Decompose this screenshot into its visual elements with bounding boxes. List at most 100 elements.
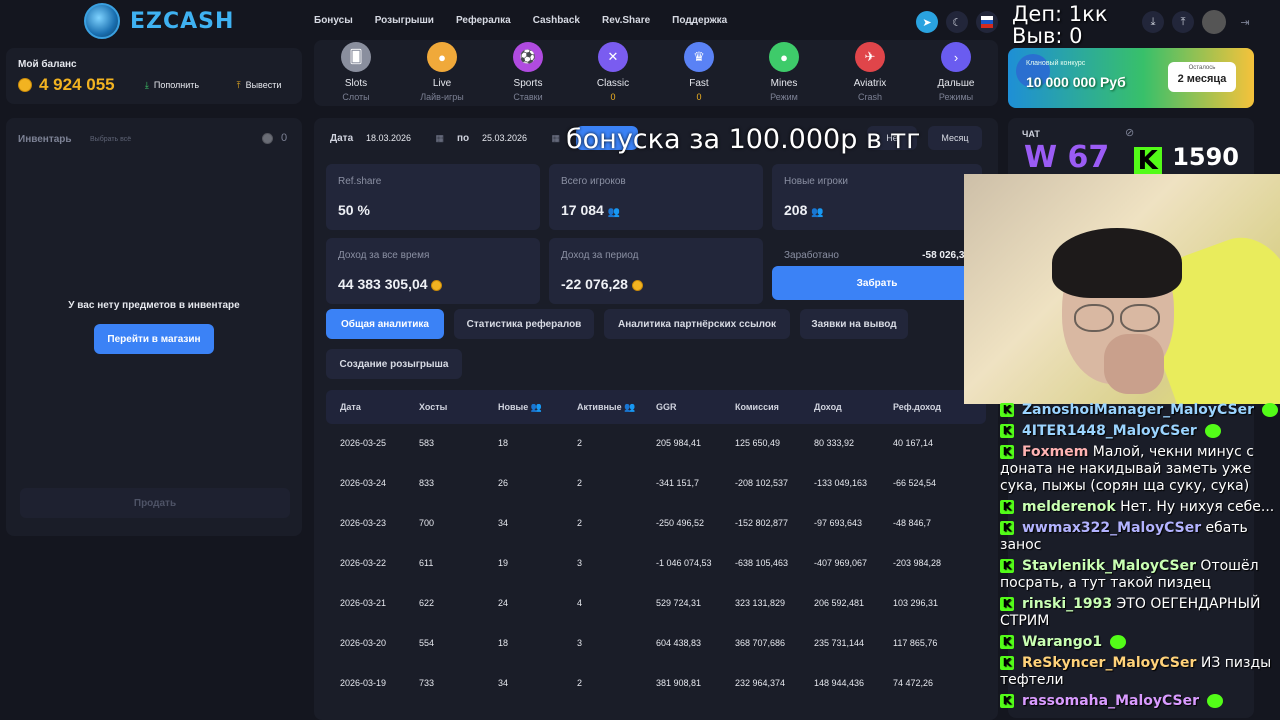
inventory-empty-text: У вас нету предметов в инвентаре bbox=[68, 300, 240, 311]
table-cell: 24 bbox=[498, 598, 509, 608]
col-date: Дата bbox=[340, 402, 361, 412]
game-live[interactable]: ● Live Лайв-игры bbox=[407, 42, 477, 102]
select-all-link[interactable]: Выбрать всё bbox=[90, 136, 131, 143]
date-from-value: 18.03.2026 bbox=[366, 133, 412, 143]
nav-referral[interactable]: Рефералка bbox=[456, 15, 511, 26]
chat-username[interactable]: ZanoshoiManager_MaloyCSer bbox=[1022, 402, 1254, 418]
table-cell: 2026-03-23 bbox=[340, 518, 387, 528]
go-to-shop-button[interactable]: Перейти в магазин bbox=[94, 324, 214, 354]
telegram-icon[interactable]: ➤ bbox=[916, 11, 938, 33]
chat-username[interactable]: rassomaha_MaloyCSer bbox=[1022, 693, 1199, 709]
users-icon: 👥 bbox=[530, 402, 542, 412]
stat-value: 17 084 bbox=[561, 202, 604, 218]
time-left-badge: Осталось 2 месяца bbox=[1168, 62, 1236, 92]
kick-badge-icon: K bbox=[1000, 656, 1014, 670]
chat-message: K Stavlenikk_MaloyCSer Отошёл посрать, а … bbox=[1000, 558, 1280, 592]
table-cell: 34 bbox=[498, 678, 509, 688]
main-nav: Бонусы Розыгрыши Рефералка Cashback Rev.… bbox=[314, 15, 749, 26]
game-name: Slots bbox=[344, 78, 368, 89]
flag-ru-icon[interactable] bbox=[976, 11, 998, 33]
chat-username[interactable]: Warango1 bbox=[1022, 634, 1102, 650]
nav-bonuses[interactable]: Бонусы bbox=[314, 15, 353, 26]
tab-partner-links[interactable]: Аналитика партнёрских ссылок bbox=[604, 309, 790, 339]
col-active-label: Активные bbox=[577, 402, 622, 412]
withdraw-icon: ⤒ bbox=[236, 79, 241, 90]
chat-messages: K ZanoshoiManager_MaloyCSer K 4ITER1448_Mal… bbox=[1000, 402, 1280, 714]
chat-message: K ReSkyncer_MaloyCSer ИЗ пизды тефтели bbox=[1000, 655, 1280, 689]
chat-username[interactable]: melderenok bbox=[1022, 499, 1116, 515]
streamer-webcam bbox=[964, 174, 1280, 404]
chat-username[interactable]: rinski_1993 bbox=[1022, 596, 1112, 612]
table-cell: 18 bbox=[498, 638, 509, 648]
date-label: Дата bbox=[330, 133, 354, 144]
table-cell: 368 707,686 bbox=[735, 638, 786, 648]
kick-logo-icon: K bbox=[1133, 147, 1162, 175]
coins-icon bbox=[262, 132, 273, 144]
game-sub: Ставки bbox=[513, 92, 543, 102]
tab-general-analytics[interactable]: Общая аналитика bbox=[326, 309, 444, 339]
game-aviatrix[interactable]: ✈ Aviatrix Crash bbox=[835, 42, 905, 102]
balance-amount: 4 924 055 bbox=[18, 75, 115, 95]
chat-username[interactable]: Stavlenikk_MaloyCSer bbox=[1022, 558, 1196, 574]
nav-giveaways[interactable]: Розыгрыши bbox=[375, 15, 434, 26]
game-name: Дальше bbox=[937, 78, 975, 89]
table-body: 2026-03-25 583 18 2 205 984,41 125 650,49 80 3… bbox=[326, 424, 986, 704]
date-to-input[interactable]: 25.03.2026 ▦ bbox=[474, 127, 564, 149]
nav-support[interactable]: Поддержка bbox=[672, 15, 727, 26]
withdraw-button[interactable]: ⤒ Вывести bbox=[224, 74, 294, 96]
tab-referral-stats[interactable]: Статистика рефералов bbox=[454, 309, 594, 339]
table-cell: 232 964,374 bbox=[735, 678, 786, 688]
logo[interactable]: EZCASH bbox=[84, 3, 234, 39]
clan-contest-banner[interactable]: Клановый конкурс 10 000 000 Руб Осталось… bbox=[1008, 48, 1254, 108]
game-more[interactable]: › Дальше Режимы bbox=[921, 42, 991, 102]
period-month-button[interactable]: Месяц bbox=[928, 126, 982, 150]
date-from-input[interactable]: 18.03.2026 ▦ bbox=[358, 127, 448, 149]
chat-username[interactable]: ReSkyncer_MaloyCSer bbox=[1022, 655, 1196, 671]
nav-revshare[interactable]: Rev.Share bbox=[602, 15, 650, 26]
game-fast[interactable]: ♛ Fast 0 bbox=[664, 42, 734, 102]
referral-panel: Дата 18.03.2026 ▦ по 25.03.2026 ▦ Не Мес… bbox=[314, 118, 998, 720]
stat-label: Доход за все время bbox=[338, 250, 430, 261]
table-cell: 34 bbox=[498, 518, 509, 528]
logout-icon[interactable]: ⇥ bbox=[1234, 11, 1256, 33]
moon-icon[interactable]: ☾ bbox=[946, 11, 968, 33]
tab-withdraw-requests[interactable]: Заявки на вывод bbox=[800, 309, 908, 339]
banner-subtext: Клановый конкурс bbox=[1026, 60, 1086, 67]
game-slots[interactable]: 🂠 Slots Слоты bbox=[321, 42, 391, 102]
table-cell: -203 984,28 bbox=[893, 558, 942, 568]
coin-icon bbox=[18, 78, 32, 92]
download-icon[interactable]: ⤓ bbox=[1142, 11, 1164, 33]
upload-icon[interactable]: ⤒ bbox=[1172, 11, 1194, 33]
game-sub: Лайв-игры bbox=[420, 92, 464, 102]
table-cell: 125 650,49 bbox=[735, 438, 781, 448]
game-sports[interactable]: ⚽ Sports Ставки bbox=[493, 42, 563, 102]
nav-cashback[interactable]: Cashback bbox=[533, 15, 580, 26]
chat-username[interactable]: 4ITER1448_MaloyCSer bbox=[1022, 423, 1197, 439]
hand-shape bbox=[1104, 334, 1164, 394]
chat-username[interactable]: wwmax322_MaloyCSer bbox=[1022, 520, 1201, 536]
kick-badge-icon: K bbox=[1000, 597, 1014, 611]
emote-icon bbox=[1262, 403, 1279, 417]
deposit-button[interactable]: ⤓ Пополнить bbox=[132, 74, 212, 96]
date-to-value: 25.03.2026 bbox=[482, 133, 528, 143]
tab-create-giveaway[interactable]: Создание розыгрыша bbox=[326, 349, 462, 379]
hide-chat-icon[interactable]: ⊘ bbox=[1125, 126, 1134, 139]
claim-button[interactable]: Забрать bbox=[772, 266, 982, 300]
table-cell: 4 bbox=[577, 598, 583, 608]
table-cell: 583 bbox=[419, 438, 435, 448]
game-mines[interactable]: ● Mines Режим bbox=[749, 42, 819, 102]
table-cell: 622 bbox=[419, 598, 435, 608]
card-icon: 🂠 bbox=[341, 42, 371, 72]
balance-value: 4 924 055 bbox=[39, 75, 115, 94]
game-sub: 0 bbox=[696, 92, 702, 102]
glasses-right bbox=[1120, 304, 1160, 332]
avatar[interactable] bbox=[1202, 10, 1226, 34]
chat-username[interactable]: Foxmem bbox=[1022, 444, 1088, 460]
w-counter: W 67 bbox=[1024, 140, 1110, 175]
calendar-icon: ▦ bbox=[435, 132, 444, 143]
kick-badge-icon: K bbox=[1000, 424, 1014, 438]
col-ggr: GGR bbox=[656, 402, 677, 412]
emote-icon bbox=[1207, 694, 1224, 708]
game-classic[interactable]: ✕ Classic 0 bbox=[578, 42, 648, 102]
sell-button[interactable]: Продать bbox=[20, 488, 290, 518]
